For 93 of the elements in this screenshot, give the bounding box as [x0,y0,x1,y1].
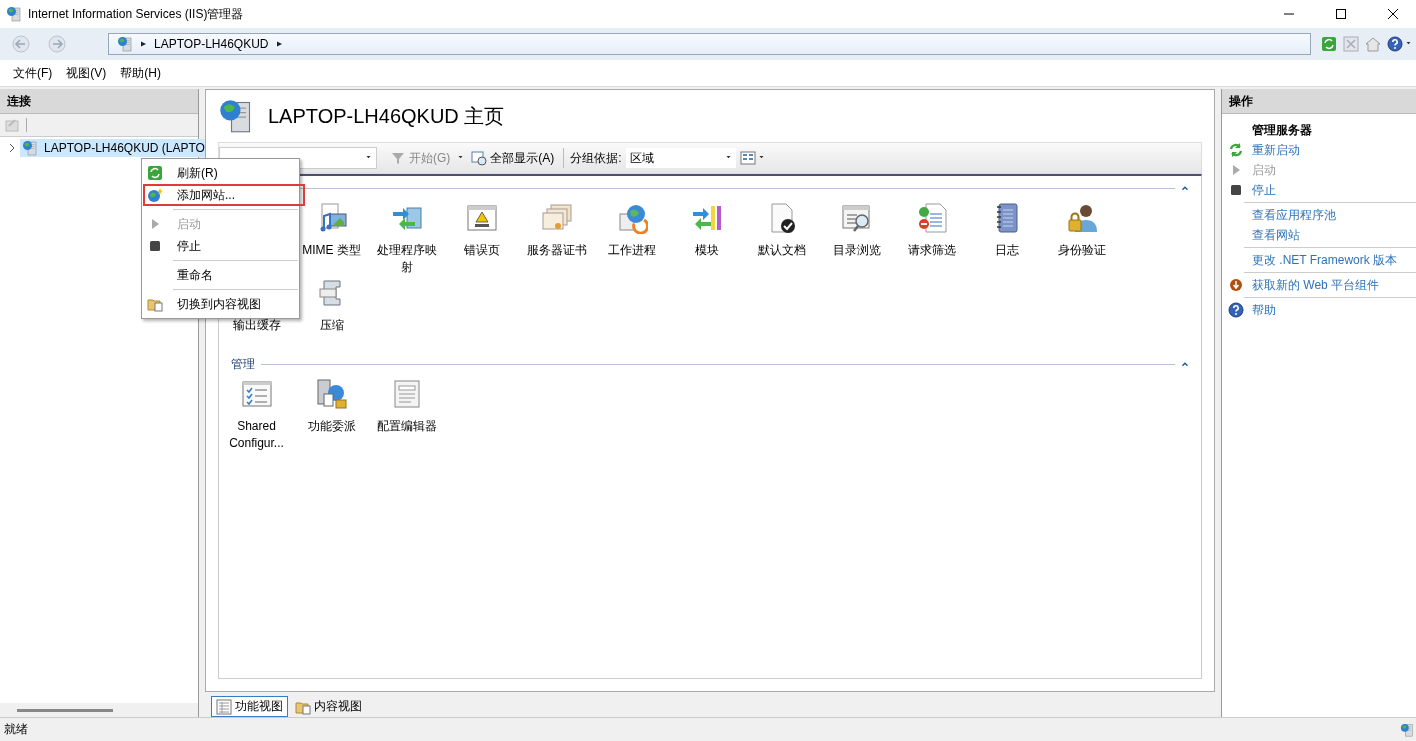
menu-item[interactable]: 刷新(R) [143,162,298,184]
collapse-button[interactable] [1181,185,1189,191]
action-link[interactable]: 查看网站 [1252,226,1300,244]
user-lock-icon [1065,202,1098,234]
menu-item[interactable]: 重命名 [143,264,298,286]
caret-icon [724,156,732,160]
home-icon [1365,36,1381,52]
group-title: 管理 [231,355,255,373]
grid-view-icon [739,150,756,166]
feature-label[interactable]: 身份验证 [1057,242,1106,259]
feature-label[interactable]: 模块 [694,242,719,259]
feature-label[interactable]: 请求筛选 [907,242,956,259]
action-link[interactable]: 获取新的 Web 平台组件 [1252,276,1380,294]
server-lock-icon [315,378,348,410]
section-heading: 管理服务器 [1252,121,1312,139]
help-icon [1387,36,1403,52]
server-globe-icon [1400,722,1414,737]
refresh-button[interactable] [1321,36,1337,52]
feature-label[interactable]: 工作进程 [607,242,656,259]
download-icon [1228,277,1244,293]
feature-label[interactable]: Shared Configur... [223,418,290,452]
action-link[interactable]: 停止 [1252,181,1276,199]
view-tab[interactable]: 功能视图 [211,696,288,717]
action-link[interactable]: 更改 .NET Framework 版本 [1252,251,1398,269]
feature-label[interactable]: MIME 类型 [302,242,361,259]
feature-label[interactable]: 默认文档 [757,242,806,259]
window-title: Internet Information Services (IIS)管理器 [28,5,245,23]
menu-item[interactable]: 停止 [143,235,298,257]
cross-icon [1343,36,1359,52]
menu-item[interactable]: 文件(F) [6,61,60,85]
connect-button[interactable] [4,117,20,133]
caret-icon [757,156,765,160]
panel-header: 操作 [1222,89,1416,114]
server-globe-icon [6,6,22,22]
folder-document-icon [147,296,163,312]
feature-label[interactable]: 功能委派 [307,418,356,435]
breadcrumb-item[interactable]: LAPTOP-LH46QKUD [154,37,269,51]
server-globe-icon [22,140,38,156]
group-by-label: 分组依据: [570,149,622,167]
refresh-icon [1228,142,1244,158]
breadcrumb-arrow-icon [141,40,146,48]
panel-header: 连接 [0,89,198,114]
forward-icon [48,35,66,53]
refresh-icon [147,165,163,181]
scrollbar-thumb[interactable] [17,708,113,712]
funnel-icon [390,150,406,166]
caret-icon [457,156,465,160]
stop-button[interactable] [1343,36,1359,52]
action-link[interactable]: 查看应用程序池 [1252,206,1336,224]
help-icon [1228,302,1244,318]
feature-label[interactable]: 配置编辑器 [376,418,437,435]
menu-item[interactable]: 视图(V) [59,61,114,85]
breadcrumb-arrow-icon [276,40,282,48]
chevron-up-icon [1181,361,1189,367]
view-mode-button[interactable] [739,150,765,166]
page-title: LAPTOP-LH46QKUD 主页 [268,103,505,129]
feature-label[interactable]: 日志 [994,242,1019,259]
list-view-icon [216,698,232,715]
feature-label[interactable]: 目录浏览 [832,242,881,259]
action-link[interactable]: 重新启动 [1252,141,1300,159]
feature-label[interactable]: 输出缓存 [232,317,281,334]
expand-icon[interactable] [8,144,16,152]
caret-icon [1405,42,1412,46]
status-text: 就绪 [4,721,28,738]
maximize-icon [1336,9,1346,19]
server-globe-icon [117,36,133,52]
menu-item[interactable]: 切换到内容视图 [143,293,298,315]
refresh-icon [1321,36,1337,52]
action-link[interactable]: 帮助 [1252,301,1276,319]
window-magnifier-icon [840,202,873,234]
feature-label[interactable]: 处理程序映射 [373,242,440,276]
caret-icon [365,156,372,160]
warning-page-icon [465,202,498,234]
feature-label[interactable]: 服务器证书 [526,242,587,259]
connect-icon [4,117,20,133]
toolbar-button[interactable]: 全部显示(A) [468,147,558,169]
checklist-icon [240,378,273,410]
collapse-button[interactable] [1181,361,1189,367]
window-magnifier-icon [471,150,488,166]
home-button[interactable] [1365,36,1381,52]
close-icon [1388,9,1398,19]
address-field[interactable]: LAPTOP-LH46QKUD [108,33,1311,55]
stop-icon [1228,182,1244,198]
back-icon [12,35,30,53]
menu-item[interactable]: 帮助(H) [113,61,168,85]
feature-label[interactable]: 错误页 [463,242,500,259]
group-by-select[interactable]: 区域 [625,148,736,168]
chevron-up-icon [1181,185,1189,191]
view-tab[interactable]: 内容视图 [290,696,367,717]
feature-label[interactable]: 压缩 [319,317,344,334]
menu-item[interactable]: 添加网站... [143,184,305,206]
help-button[interactable] [1387,36,1412,52]
stop-icon [147,238,163,254]
